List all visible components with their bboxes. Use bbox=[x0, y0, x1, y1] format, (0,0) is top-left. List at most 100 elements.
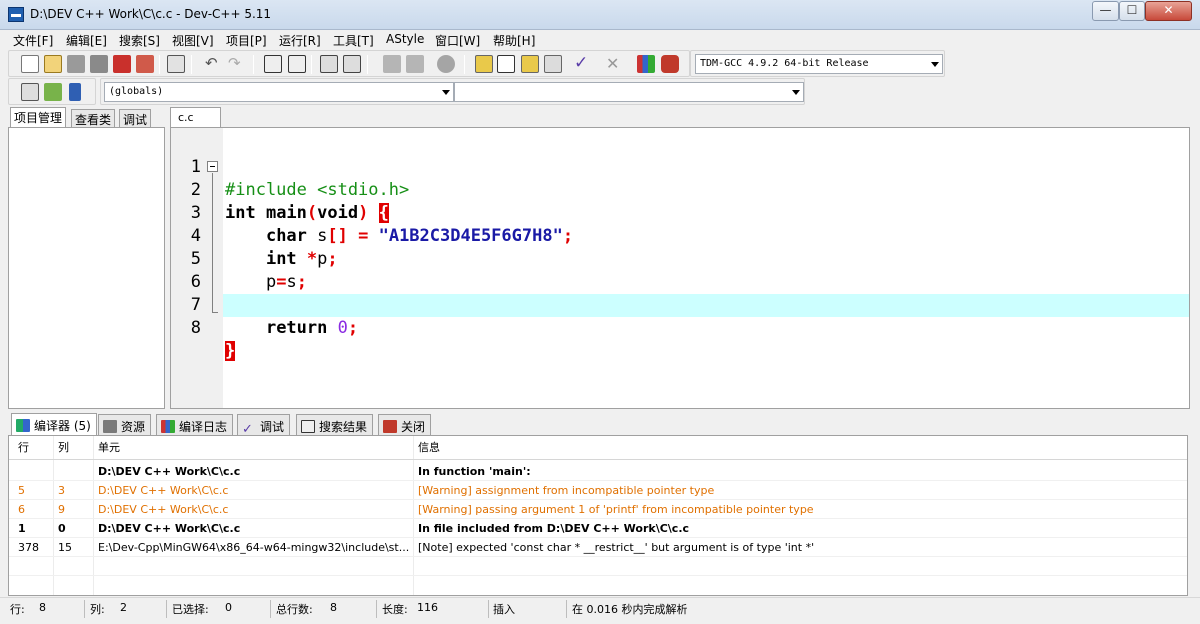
cell-unit: D:\DEV C++ Work\C\c.c bbox=[98, 503, 229, 516]
code-line: 1 #include <stdio.h> bbox=[171, 133, 1189, 200]
add-file-icon[interactable] bbox=[21, 83, 39, 101]
compiler-select[interactable]: TDM-GCC 4.9.2 64-bit Release bbox=[695, 54, 943, 74]
status-sel-label: 已选择: bbox=[172, 603, 209, 616]
maximize-button[interactable]: ☐ bbox=[1119, 1, 1145, 21]
replace-icon[interactable] bbox=[288, 55, 306, 73]
table-row[interactable]: 378 15 E:\Dev-Cpp\MinGW64\x86_64-w64-min… bbox=[9, 538, 1187, 557]
table-row[interactable]: D:\DEV C++ Work\C\c.c In function 'main'… bbox=[9, 462, 1187, 481]
fold-end bbox=[212, 312, 218, 313]
col-header-unit: 单元 bbox=[98, 441, 120, 454]
search-icon bbox=[301, 420, 315, 433]
open-file-icon[interactable] bbox=[44, 55, 62, 73]
bookmark-icon[interactable] bbox=[69, 83, 81, 101]
cell-info: In file included from D:\DEV C++ Work\C\… bbox=[418, 522, 690, 535]
line-number: 7 bbox=[190, 295, 201, 315]
stop-icon[interactable]: ✕ bbox=[606, 55, 624, 73]
cell-unit: E:\Dev-Cpp\MinGW64\x86_64-w64-mingw32\in… bbox=[98, 541, 410, 554]
status-row-label: 行: bbox=[10, 603, 25, 616]
new-file-icon[interactable] bbox=[21, 55, 39, 73]
compiler-icon bbox=[16, 419, 30, 432]
status-bar: 行: 8 列: 2 已选择: 0 总行数: 8 长度: 116 插入 在 0.0… bbox=[0, 597, 1200, 624]
chart-icon[interactable] bbox=[637, 55, 655, 73]
tab-compile-log-label: 编译日志 bbox=[179, 420, 228, 434]
compiler-messages[interactable]: 行 列 单元 信息 D:\DEV C++ Work\C\c.c In funct… bbox=[8, 435, 1188, 596]
menu-edit[interactable]: 编辑[E] bbox=[66, 32, 107, 49]
window-title: D:\DEV C++ Work\C\c.c - Dev-C++ 5.11 bbox=[30, 7, 272, 21]
cell-info: [Warning] assignment from incompatible p… bbox=[418, 484, 715, 497]
class-browser-toolbar: (globals) bbox=[100, 78, 805, 105]
menu-help[interactable]: 帮助[H] bbox=[493, 32, 535, 49]
line-number: 8 bbox=[171, 317, 201, 340]
tab-close[interactable]: 关闭 bbox=[378, 414, 432, 435]
table-row[interactable]: 5 3 D:\DEV C++ Work\C\c.c [Warning] assi… bbox=[9, 481, 1187, 500]
cell-info: [Note] expected 'const char * __restrict… bbox=[418, 541, 815, 554]
editor-tab-c[interactable]: c.c bbox=[170, 107, 221, 128]
tab-debug[interactable]: ✓ 调试 bbox=[237, 414, 291, 436]
project-tree[interactable] bbox=[8, 127, 165, 409]
save-icon[interactable] bbox=[67, 55, 85, 73]
indent-icon[interactable] bbox=[320, 55, 338, 73]
menu-run[interactable]: 运行[R] bbox=[279, 32, 321, 49]
menu-project[interactable]: 项目[P] bbox=[226, 32, 267, 49]
grid-icon[interactable] bbox=[544, 55, 562, 73]
menu-window[interactable]: 窗口[W] bbox=[435, 32, 480, 49]
close-file-icon[interactable] bbox=[113, 55, 131, 73]
code-line: 7 return 0; bbox=[171, 271, 1189, 338]
tab-debug-panel[interactable]: 调试 bbox=[119, 109, 152, 128]
class-icon[interactable] bbox=[521, 55, 539, 73]
insert-icon[interactable] bbox=[44, 83, 62, 101]
save-all-icon[interactable] bbox=[90, 55, 108, 73]
run-icon[interactable] bbox=[406, 55, 424, 73]
tab-project-manager[interactable]: 项目管理 bbox=[10, 107, 67, 128]
tab-search-results-label: 搜索结果 bbox=[319, 420, 368, 434]
title-bar: D:\DEV C++ Work\C\c.c - Dev-C++ 5.11 — ☐… bbox=[0, 0, 1200, 30]
menu-file[interactable]: 文件[F] bbox=[13, 32, 53, 49]
menu-search[interactable]: 搜索[S] bbox=[119, 32, 160, 49]
tab-compile-log[interactable]: 编译日志 bbox=[156, 414, 234, 435]
close-all-icon[interactable] bbox=[136, 55, 154, 73]
menu-tools[interactable]: 工具[T] bbox=[333, 32, 374, 49]
status-col-label: 列: bbox=[90, 603, 105, 616]
redo-icon[interactable]: ↷ bbox=[228, 55, 246, 73]
window-icon[interactable] bbox=[497, 55, 515, 73]
code-editor[interactable]: 1 #include <stdio.h> 2 int main(void) { … bbox=[170, 127, 1190, 409]
cell-col: 9 bbox=[58, 503, 65, 516]
undo-icon[interactable]: ↶ bbox=[205, 55, 223, 73]
tab-resources[interactable]: 资源 bbox=[98, 414, 152, 435]
code-token: } bbox=[225, 341, 236, 361]
check-icon[interactable]: ✓ bbox=[574, 55, 592, 73]
close-panel-icon bbox=[383, 420, 397, 433]
code-line: 4 int *p; bbox=[171, 202, 1189, 269]
status-len-label: 长度: bbox=[382, 603, 408, 616]
unindent-icon[interactable] bbox=[343, 55, 361, 73]
close-button[interactable]: ✕ bbox=[1145, 1, 1192, 21]
minimize-button[interactable]: — bbox=[1092, 1, 1119, 21]
print-icon[interactable] bbox=[167, 55, 185, 73]
menu-bar: 文件[F] 编辑[E] 搜索[S] 视图[V] 项目[P] 运行[R] 工具[T… bbox=[0, 30, 1200, 50]
table-row-empty bbox=[9, 557, 1187, 576]
tab-search-results[interactable]: 搜索结果 bbox=[296, 414, 374, 435]
compile-icon[interactable] bbox=[383, 55, 401, 73]
compiler-toolbar: TDM-GCC 4.9.2 64-bit Release bbox=[690, 50, 945, 77]
find-icon[interactable] bbox=[264, 55, 282, 73]
scope-select[interactable]: (globals) bbox=[104, 82, 454, 102]
debug-icon[interactable] bbox=[437, 55, 455, 73]
code-token: ; bbox=[347, 318, 359, 338]
menu-view[interactable]: 视图[V] bbox=[172, 32, 214, 49]
profile-icon[interactable] bbox=[661, 55, 679, 73]
status-total-label: 总行数: bbox=[276, 603, 313, 616]
tab-compiler[interactable]: 编译器 (5) bbox=[11, 413, 97, 436]
tab-class-view[interactable]: 查看类 bbox=[71, 109, 116, 128]
code-token: 0 bbox=[337, 318, 348, 338]
table-header: 行 列 单元 信息 bbox=[9, 436, 1187, 460]
member-select[interactable] bbox=[454, 82, 804, 102]
cell-info: [Warning] passing argument 1 of 'printf'… bbox=[418, 503, 814, 516]
table-row[interactable]: 6 9 D:\DEV C++ Work\C\c.c [Warning] pass… bbox=[9, 500, 1187, 519]
menu-astyle[interactable]: AStyle bbox=[386, 32, 424, 46]
scope-select-value: (globals) bbox=[109, 86, 164, 97]
tab-close-label: 关闭 bbox=[401, 420, 426, 434]
tab-resources-label: 资源 bbox=[121, 420, 146, 434]
new-project-icon[interactable] bbox=[475, 55, 493, 73]
cell-col: 0 bbox=[58, 522, 66, 535]
table-row[interactable]: 1 0 D:\DEV C++ Work\C\c.c In file includ… bbox=[9, 519, 1187, 538]
